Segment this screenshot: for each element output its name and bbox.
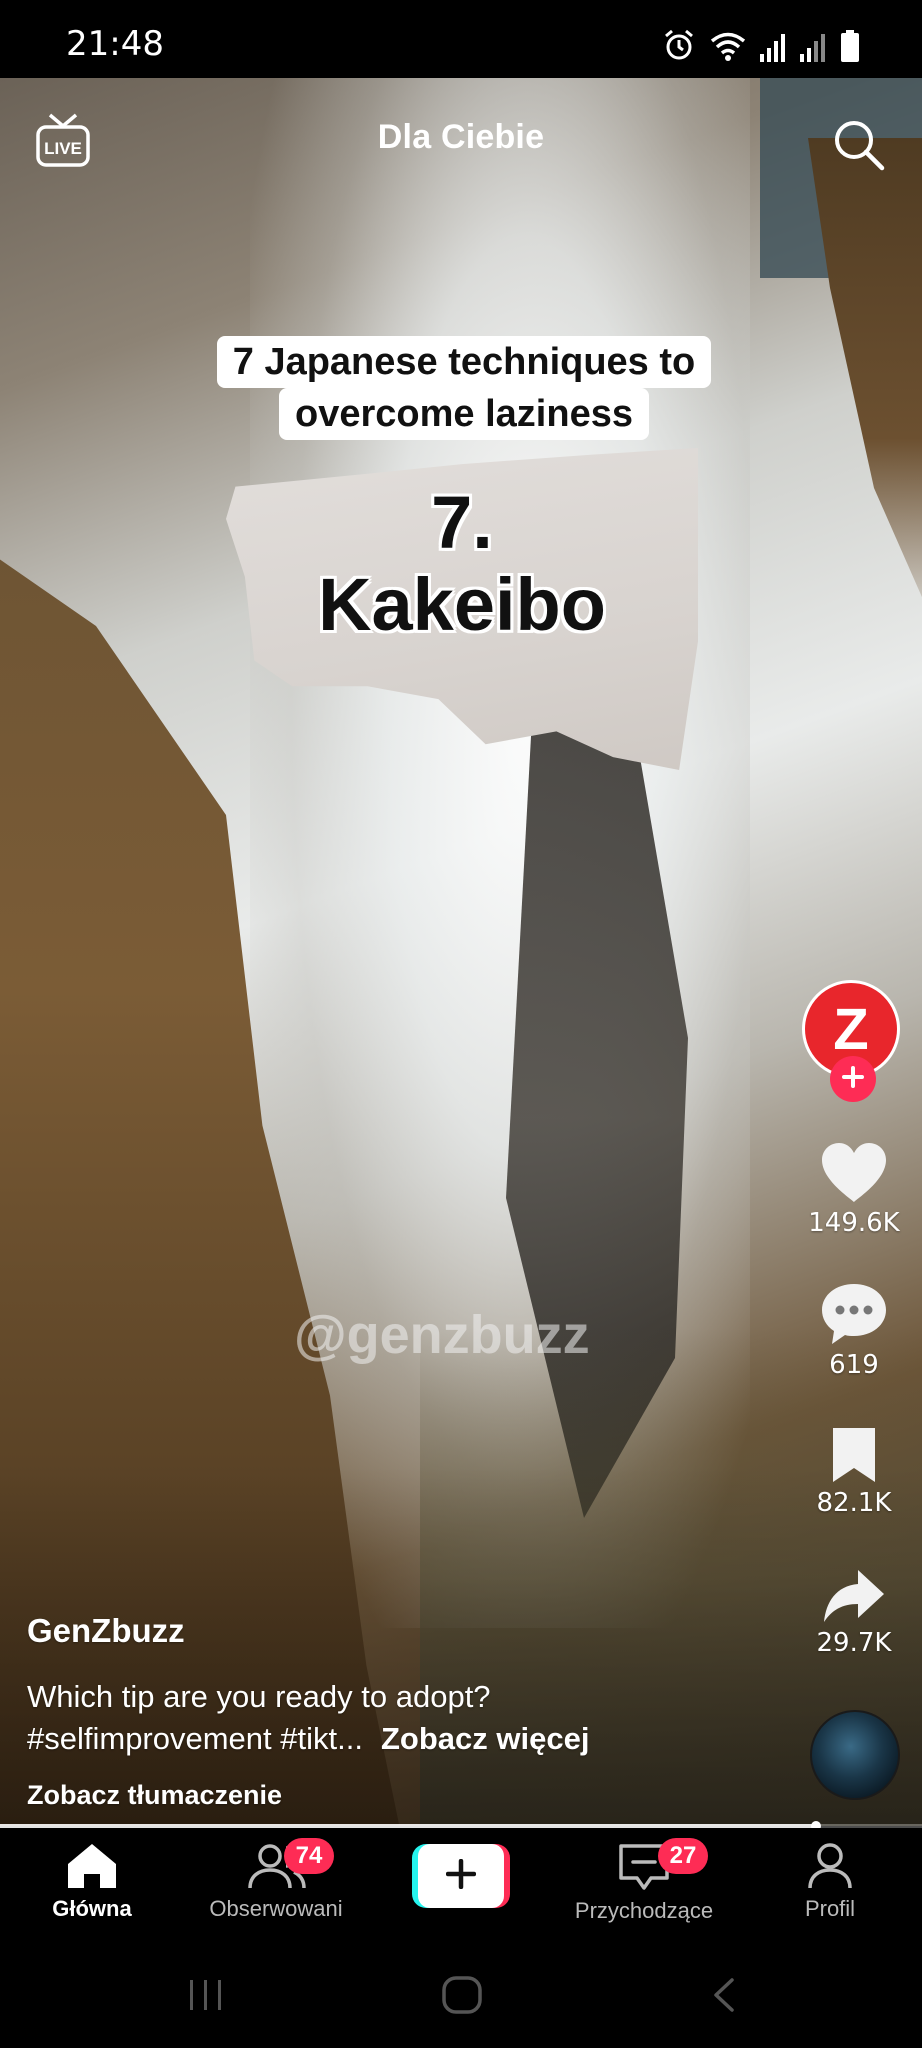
bookmark-icon: [800, 1426, 908, 1484]
translate-link[interactable]: Zobacz tłumaczenie: [27, 1780, 282, 1811]
home-circle-icon: [432, 1976, 492, 2022]
like-count: 149.6K: [808, 1208, 900, 1238]
share-arrow-icon: [800, 1568, 908, 1624]
status-time: 21:48: [66, 24, 164, 64]
description-text: Which tip are you ready to adopt?: [27, 1679, 491, 1714]
tab-home[interactable]: Główna: [2, 1842, 182, 1922]
tab-inbox[interactable]: 27 Przychodzące: [554, 1838, 734, 1924]
create-button[interactable]: [412, 1844, 510, 1908]
tab-inbox-label: Przychodzące: [574, 1898, 714, 1923]
status-bar: 21:48: [0, 0, 922, 78]
wifi-icon: [710, 30, 746, 62]
comment-count: 619: [829, 1350, 879, 1380]
see-more-link[interactable]: Zobacz więcej: [381, 1721, 589, 1756]
like-button[interactable]: 149.6K: [800, 1142, 908, 1238]
music-disc[interactable]: [810, 1710, 900, 1800]
following-badge: 74: [284, 1838, 334, 1874]
signal-icon: [760, 32, 786, 62]
share-count: 29.7K: [816, 1628, 892, 1658]
back-button[interactable]: [694, 1972, 754, 2018]
creator-username[interactable]: GenZbuzz: [27, 1612, 185, 1650]
battery-icon: [840, 30, 860, 62]
hashtags[interactable]: #selfimprovement #tikt...: [27, 1721, 363, 1756]
search-button[interactable]: [832, 118, 886, 172]
following-icon: [186, 1842, 366, 1890]
post-description: Which tip are you ready to adopt? #selfi…: [27, 1676, 787, 1760]
tab-following-label: Obserwowani: [209, 1896, 343, 1921]
share-button[interactable]: 29.7K: [800, 1568, 908, 1658]
caption-line-1: 7 Japanese techniques to: [216, 336, 712, 388]
tab-profile-label: Profil: [804, 1896, 856, 1921]
plus-icon: [842, 1065, 864, 1093]
feed-title[interactable]: Dla Ciebie: [0, 118, 922, 157]
tab-following[interactable]: 74 Obserwowani: [186, 1838, 366, 1922]
create-button-face: [418, 1844, 504, 1908]
comment-icon: [800, 1282, 908, 1346]
live-icon: LIVE: [36, 113, 90, 173]
caption-line-2: overcome laziness: [279, 388, 649, 440]
tab-profile[interactable]: Profil: [740, 1842, 920, 1922]
save-count: 82.1K: [816, 1488, 892, 1518]
follow-button[interactable]: [830, 1056, 876, 1102]
plus-icon: [445, 1858, 477, 1894]
watermark: @genzbuzz: [294, 1305, 590, 1365]
comment-button[interactable]: 619: [800, 1282, 908, 1380]
alarm-icon: [662, 28, 696, 62]
home-icon: [2, 1842, 182, 1890]
home-system-button[interactable]: [432, 1972, 492, 2018]
video-caption: 7 Japanese techniques to overcome lazine…: [212, 336, 716, 440]
video-background-cliff: [808, 138, 922, 638]
heart-icon: [800, 1142, 908, 1204]
avatar-letter: Z: [833, 996, 869, 1062]
recents-button[interactable]: [176, 1972, 236, 2018]
recents-icon: [176, 1980, 236, 2022]
back-chevron-icon: [694, 1978, 754, 2022]
search-icon: [832, 121, 886, 176]
bottom-tab-bar: Główna 74 Obserwowani 27 Przychodzące Pr…: [0, 1828, 922, 1940]
save-button[interactable]: 82.1K: [800, 1426, 908, 1518]
tip-number: 7.: [431, 481, 493, 564]
profile-icon: [740, 1842, 920, 1890]
inbox-badge: 27: [658, 1838, 708, 1874]
signal-icon: [800, 32, 826, 62]
tip-title: Kakeibo: [318, 563, 606, 646]
status-icons: [662, 26, 860, 62]
system-navigation-bar: [0, 1940, 922, 2048]
tab-home-label: Główna: [52, 1896, 132, 1921]
